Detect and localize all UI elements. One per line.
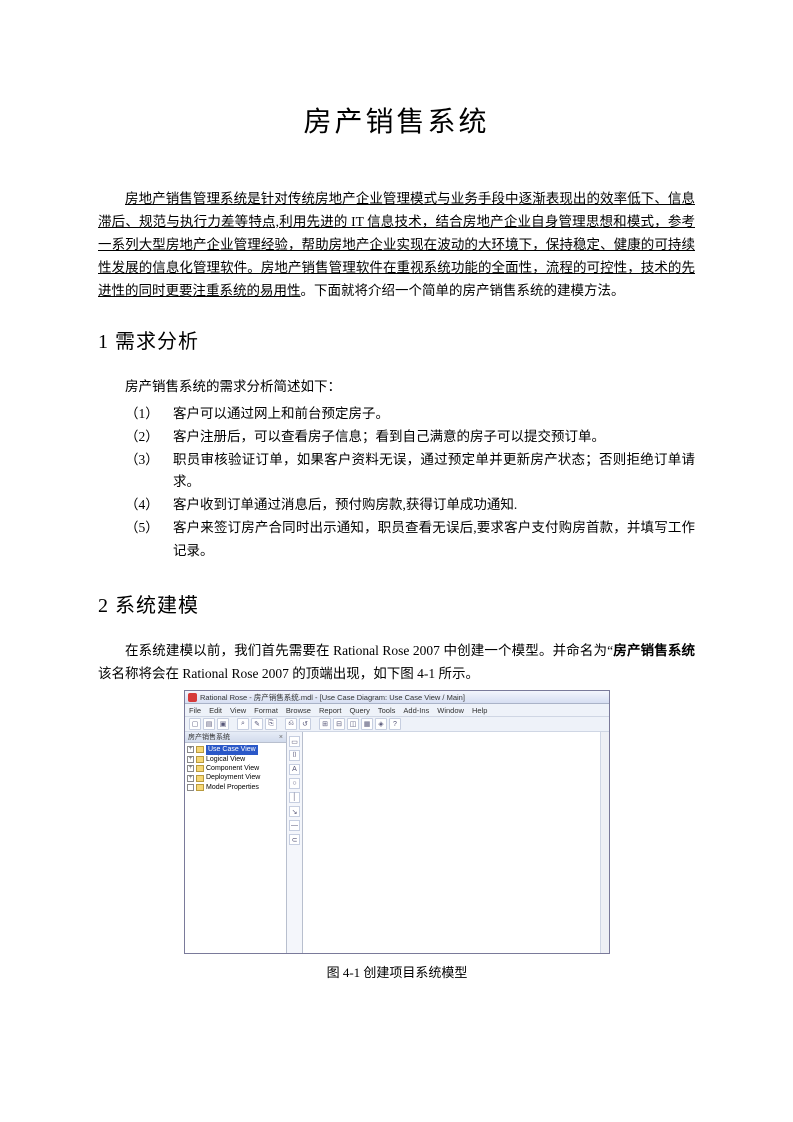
palette-button[interactable]: │ xyxy=(289,792,300,803)
expand-icon[interactable]: + xyxy=(187,775,194,782)
item-number: （4） xyxy=(125,494,173,517)
window-titlebar: Rational Rose - 房产销售系统.mdl - [Use Case D… xyxy=(185,691,609,704)
item-number: （3） xyxy=(125,449,173,495)
tree-item-deployment-view[interactable]: + Deployment View xyxy=(187,773,284,782)
palette-button[interactable]: ↘ xyxy=(289,806,300,817)
toolbar-button[interactable]: ◈ xyxy=(375,718,387,730)
app-icon xyxy=(188,693,197,702)
tree-item-use-case-view[interactable]: + Use Case View xyxy=(187,745,284,754)
requirements-list: （1） 客户可以通过网上和前台预定房子。 （2） 客户注册后，可以查看房子信息；… xyxy=(125,403,695,564)
tree-item-label: Use Case View xyxy=(206,745,258,754)
toolbar-button[interactable]: ▢ xyxy=(189,718,201,730)
list-item: （4） 客户收到订单通过消息后，预付购房款,获得订单成功通知. xyxy=(125,494,695,517)
menu-edit[interactable]: Edit xyxy=(209,706,222,715)
item-text: 客户注册后，可以查看房子信息；看到自己满意的房子可以提交预订单。 xyxy=(173,426,695,449)
expand-icon[interactable]: + xyxy=(187,765,194,772)
diagram-canvas[interactable] xyxy=(303,732,609,953)
item-number: （2） xyxy=(125,426,173,449)
section-2-intro: 在系统建模以前，我们首先需要在 Rational Rose 2007 中创建一个… xyxy=(98,640,695,686)
toolbar-button[interactable]: ⎘ xyxy=(265,718,277,730)
list-item: （2） 客户注册后，可以查看房子信息；看到自己满意的房子可以提交预订单。 xyxy=(125,426,695,449)
intro-part-b: 该名称将会在 Rational Rose 2007 的顶端出现，如下图 4-1 … xyxy=(98,666,479,681)
list-item: （1） 客户可以通过网上和前台预定房子。 xyxy=(125,403,695,426)
item-text: 客户来签订房产合同时出示通知，职员查看无误后,要求客户支付购房首款，并填写工作记… xyxy=(173,517,695,563)
tree-item-label: Deployment View xyxy=(206,773,260,782)
intro-paragraph: 房地产销售管理系统是针对传统房地产企业管理模式与业务手段中逐渐表现出的效率低下、… xyxy=(98,188,695,303)
menu-file[interactable]: File xyxy=(189,706,201,715)
toolbar-button[interactable]: ▦ xyxy=(361,718,373,730)
figure-4-1: Rational Rose - 房产销售系统.mdl - [Use Case D… xyxy=(184,690,610,981)
toolbar-button[interactable]: ⊟ xyxy=(333,718,345,730)
window-title: Rational Rose - 房产销售系统.mdl - [Use Case D… xyxy=(200,692,465,703)
palette-button[interactable]: — xyxy=(289,820,300,831)
tree-header: 房产销售系统 × xyxy=(185,732,286,743)
intro-bold: 房产销售系统 xyxy=(613,643,695,658)
palette-button[interactable]: ○ xyxy=(289,778,300,789)
toolbar-button[interactable]: ↺ xyxy=(299,718,311,730)
palette-button[interactable]: ⊂ xyxy=(289,834,300,845)
expand-icon[interactable]: + xyxy=(187,746,194,753)
document-title: 房产销售系统 xyxy=(98,100,695,140)
rational-rose-window: Rational Rose - 房产销售系统.mdl - [Use Case D… xyxy=(184,690,610,954)
toolbar-button[interactable]: ⌕ xyxy=(237,718,249,730)
toolbar-button[interactable]: ▣ xyxy=(217,718,229,730)
item-number: （1） xyxy=(125,403,173,426)
list-item: （5） 客户来签订房产合同时出示通知，职员查看无误后,要求客户支付购房首款，并填… xyxy=(125,517,695,563)
tree-item-label: Component View xyxy=(206,764,259,773)
section-2-heading: 2 系统建模 xyxy=(98,589,695,618)
close-icon[interactable]: × xyxy=(279,732,283,743)
toolbar: ▢ ▤ ▣ ⌕ ✎ ⎘ ⎌ ↺ ⊞ ⊟ ◫ ▦ ◈ ? xyxy=(185,717,609,732)
intro-underlined: 房地产销售管理系统是针对传统房地产企业管理模式与业务手段中逐渐表现出的效率低下、… xyxy=(98,191,695,298)
tool-palette: ▭ ⌷ A ○ │ ↘ — ⊂ xyxy=(287,732,303,953)
section-1-heading: 1 需求分析 xyxy=(98,325,695,354)
expand-icon[interactable] xyxy=(187,784,194,791)
item-text: 客户收到订单通过消息后，预付购房款,获得订单成功通知. xyxy=(173,494,695,517)
menu-report[interactable]: Report xyxy=(319,706,342,715)
menu-help[interactable]: Help xyxy=(472,706,487,715)
tree-header-label: 房产销售系统 xyxy=(188,732,230,743)
palette-button[interactable]: ▭ xyxy=(289,736,300,747)
menu-browse[interactable]: Browse xyxy=(286,706,311,715)
folder-icon xyxy=(196,746,204,753)
folder-icon xyxy=(196,756,204,763)
toolbar-button[interactable]: ⊞ xyxy=(319,718,331,730)
folder-icon xyxy=(196,765,204,772)
menubar[interactable]: File Edit View Format Browse Report Quer… xyxy=(185,704,609,717)
palette-button[interactable]: ⌷ xyxy=(289,750,300,761)
menu-view[interactable]: View xyxy=(230,706,246,715)
intro-part-a: 在系统建模以前，我们首先需要在 Rational Rose 2007 中创建一个… xyxy=(125,643,613,658)
tree-item-component-view[interactable]: + Component View xyxy=(187,764,284,773)
item-text: 客户可以通过网上和前台预定房子。 xyxy=(173,403,695,426)
folder-icon xyxy=(196,784,204,791)
intro-rest: 。下面就将介绍一个简单的房产销售系统的建模方法。 xyxy=(301,283,625,298)
menu-window[interactable]: Window xyxy=(437,706,464,715)
tree-item-label: Model Properties xyxy=(206,783,259,792)
palette-button[interactable]: A xyxy=(289,764,300,775)
figure-caption: 图 4-1 创建项目系统模型 xyxy=(184,962,610,981)
menu-format[interactable]: Format xyxy=(254,706,278,715)
item-text: 职员审核验证订单，如果客户资料无误，通过预定单并更新房产状态；否则拒绝订单请求。 xyxy=(173,449,695,495)
requirements-intro: 房产销售系统的需求分析简述如下： xyxy=(98,376,695,399)
menu-addins[interactable]: Add-Ins xyxy=(403,706,429,715)
menu-tools[interactable]: Tools xyxy=(378,706,396,715)
folder-icon xyxy=(196,775,204,782)
toolbar-button[interactable]: ? xyxy=(389,718,401,730)
tree-item-model-properties[interactable]: Model Properties xyxy=(187,783,284,792)
browser-tree-panel: 房产销售系统 × + Use Case View + xyxy=(185,732,287,953)
item-number: （5） xyxy=(125,517,173,563)
tree-item-label: Logical View xyxy=(206,755,245,764)
toolbar-button[interactable]: ◫ xyxy=(347,718,359,730)
toolbar-button[interactable]: ▤ xyxy=(203,718,215,730)
toolbar-button[interactable]: ⎌ xyxy=(285,718,297,730)
menu-query[interactable]: Query xyxy=(349,706,369,715)
expand-icon[interactable]: + xyxy=(187,756,194,763)
list-item: （3） 职员审核验证订单，如果客户资料无误，通过预定单并更新房产状态；否则拒绝订… xyxy=(125,449,695,495)
tree-item-logical-view[interactable]: + Logical View xyxy=(187,755,284,764)
toolbar-button[interactable]: ✎ xyxy=(251,718,263,730)
